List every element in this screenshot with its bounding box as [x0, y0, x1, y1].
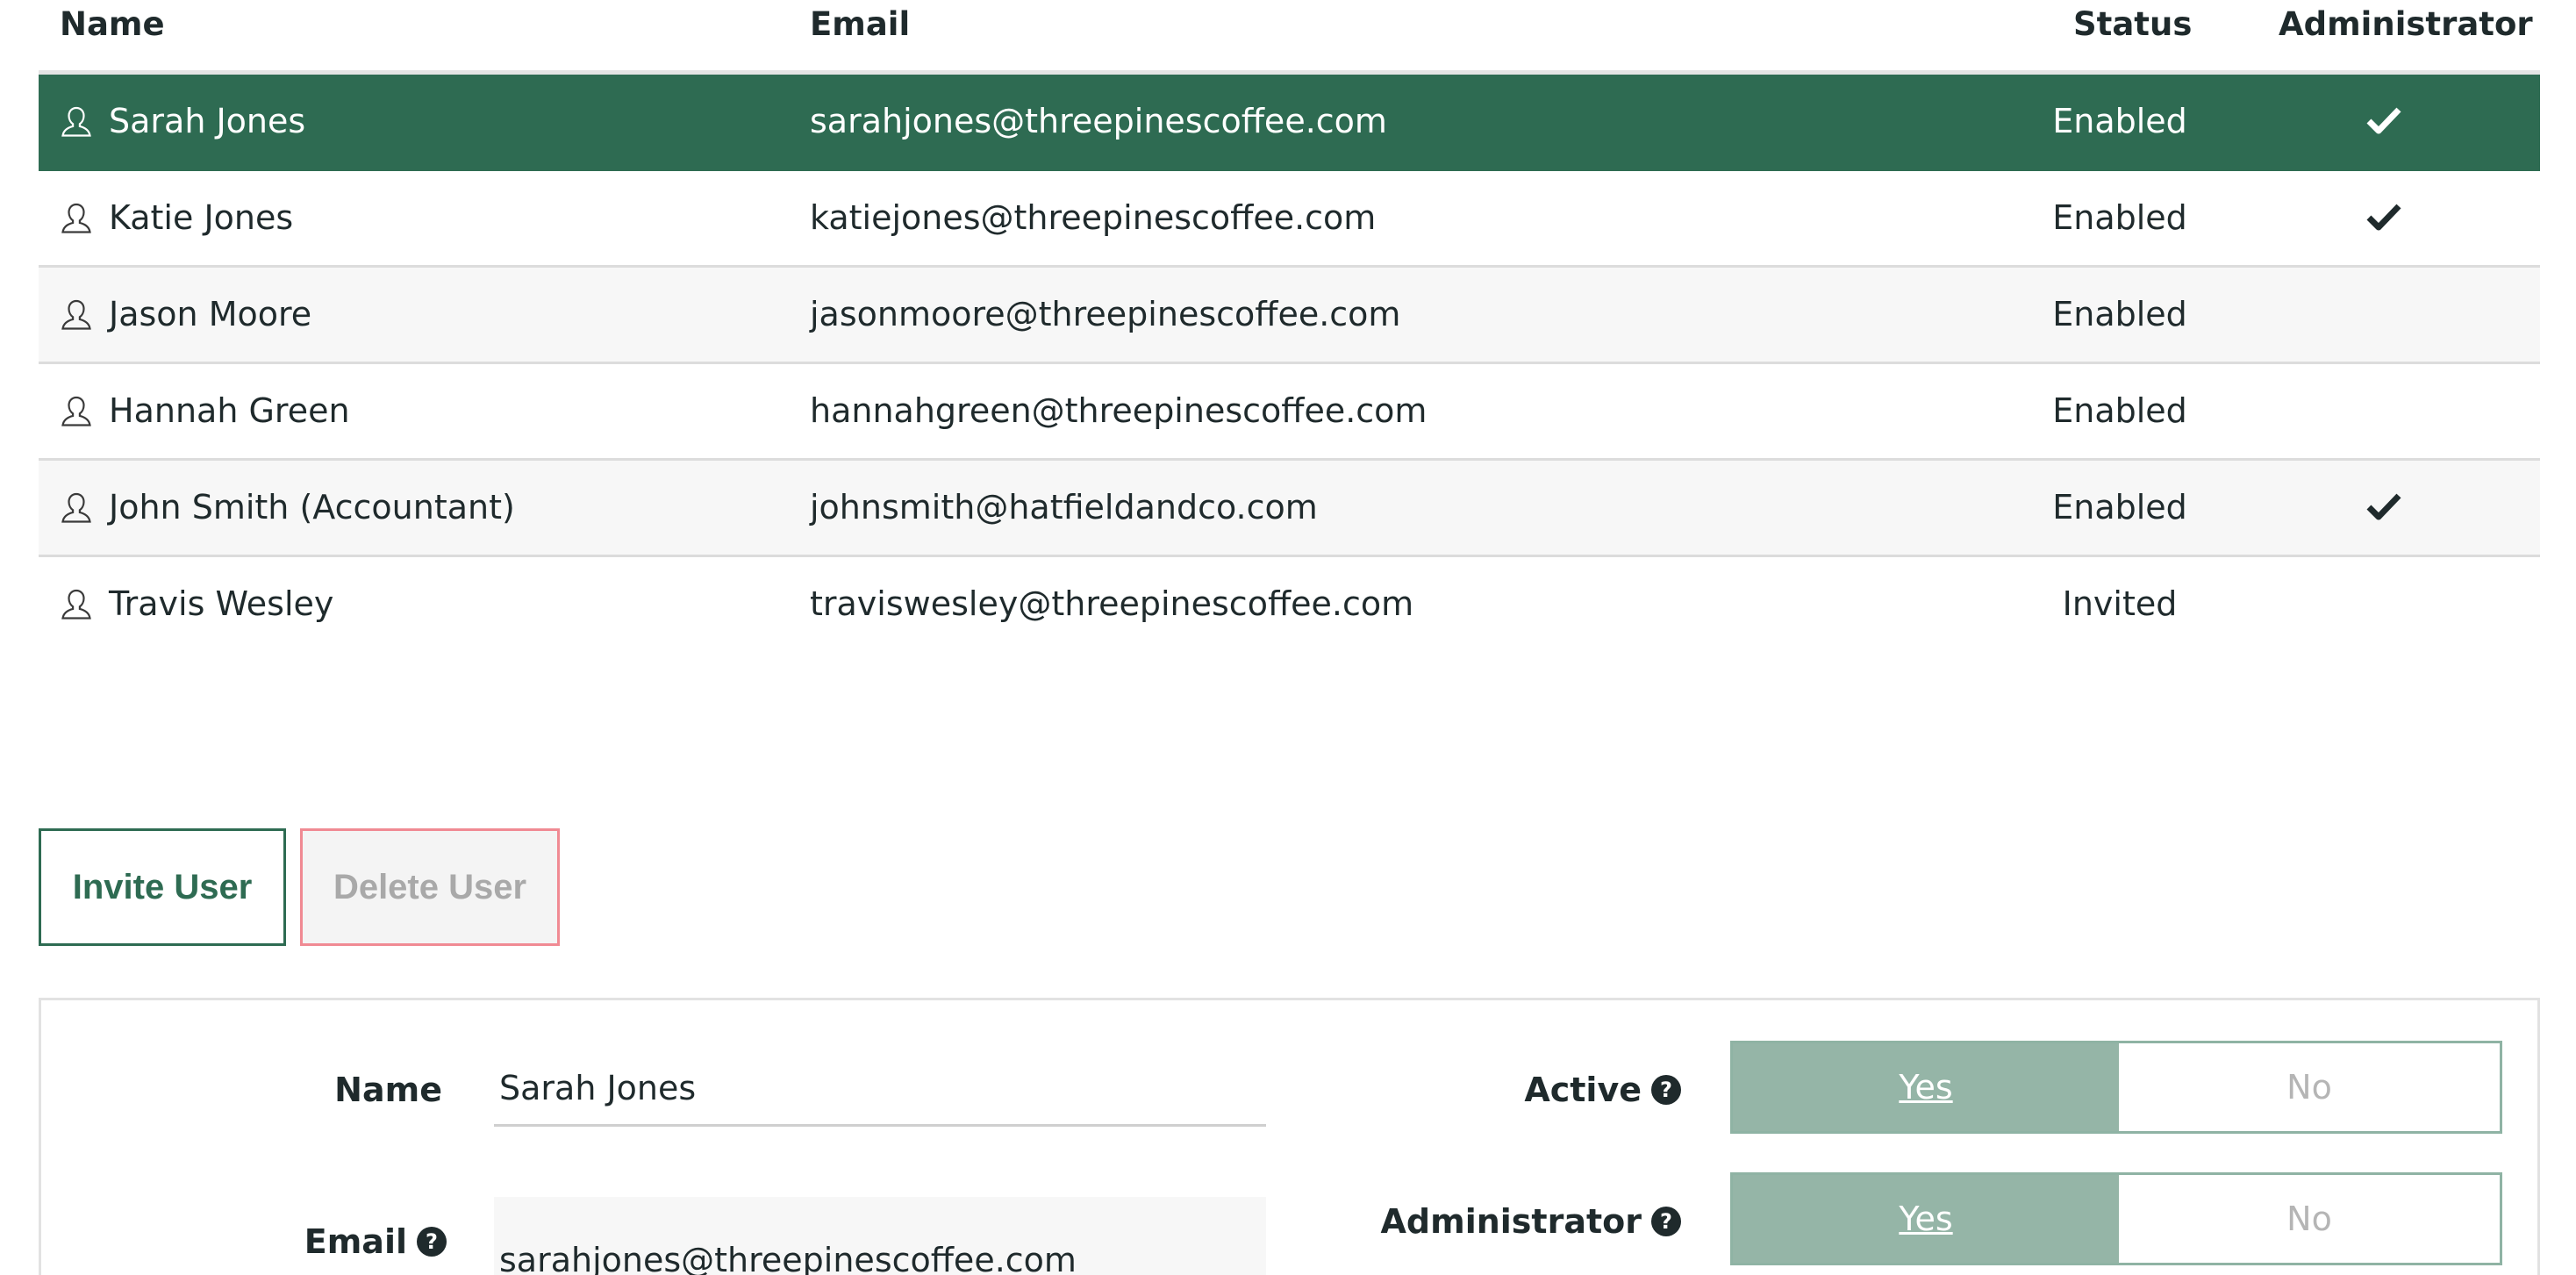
user-email-cell: traviswesley@threepinescoffee.com [810, 584, 1414, 623]
help-icon[interactable]: ? [1650, 1206, 1682, 1237]
table-row[interactable]: Sarah Jones sarahjones@threepinescoffee.c… [39, 75, 2540, 171]
user-email-cell: jasonmoore@threepinescoffee.com [810, 295, 1401, 333]
user-details-panel: Name Email ? Active ? Yes No Administrat… [39, 998, 2540, 1275]
user-icon [58, 200, 95, 237]
name-input[interactable] [494, 1051, 1266, 1127]
user-status-cell: Enabled [2052, 488, 2187, 526]
email-label: Email ? [41, 1222, 447, 1261]
column-header-status[interactable]: Status [2073, 5, 2192, 43]
check-icon [2366, 201, 2401, 240]
administrator-no-option[interactable]: No [2119, 1175, 2500, 1263]
user-status-cell: Enabled [2052, 102, 2187, 140]
active-no-option[interactable]: No [2119, 1043, 2500, 1131]
administrator-label-text: Administrator [1380, 1202, 1642, 1241]
column-header-administrator[interactable]: Administrator [2279, 5, 2533, 43]
user-status-cell: Enabled [2052, 198, 2187, 237]
svg-text:?: ? [426, 1229, 438, 1254]
user-name-cell: Travis Wesley [109, 584, 334, 623]
administrator-toggle: Yes No [1730, 1172, 2502, 1265]
active-label: Active ? [1270, 1071, 1682, 1109]
active-toggle: Yes No [1730, 1041, 2502, 1134]
users-table: Name Email Status Administrator Sarah Jo… [39, 0, 2540, 651]
invite-user-button[interactable]: Invite User [39, 828, 286, 946]
table-row[interactable]: Hannah Green hannahgreen@threepinescoffee… [39, 364, 2540, 461]
name-label: Name [41, 1071, 442, 1109]
check-icon [2366, 491, 2401, 529]
help-icon[interactable]: ? [1650, 1074, 1682, 1106]
user-icon [58, 586, 95, 623]
delete-user-button[interactable]: Delete User [300, 828, 560, 946]
user-name-cell: Jason Moore [109, 295, 312, 333]
table-row[interactable]: Katie Jones katiejones@threepinescoffee.c… [39, 171, 2540, 268]
user-icon [58, 393, 95, 430]
table-row[interactable]: Jason Moore jasonmoore@threepinescoffee.c… [39, 268, 2540, 364]
user-email-cell: johnsmith@hatfieldandco.com [810, 488, 1318, 526]
table-body: Sarah Jones sarahjones@threepinescoffee.c… [39, 75, 2540, 651]
name-label-text: Name [334, 1071, 442, 1109]
administrator-cell [2353, 201, 2415, 240]
user-email-cell: katiejones@threepinescoffee.com [810, 198, 1377, 237]
user-name-cell: Katie Jones [109, 198, 294, 237]
table-header: Name Email Status Administrator [39, 0, 2540, 75]
active-yes-option[interactable]: Yes [1733, 1043, 2119, 1131]
svg-text:?: ? [1660, 1078, 1672, 1102]
email-field[interactable] [494, 1197, 1266, 1275]
user-icon [58, 490, 95, 526]
help-icon[interactable]: ? [416, 1226, 447, 1257]
user-status-cell: Invited [2062, 584, 2178, 623]
user-email-cell: hannahgreen@threepinescoffee.com [810, 391, 1428, 430]
administrator-label: Administrator ? [1270, 1202, 1682, 1241]
administrator-cell [2353, 491, 2415, 529]
active-label-text: Active [1524, 1071, 1642, 1109]
email-label-text: Email [304, 1222, 407, 1261]
user-status-cell: Enabled [2052, 295, 2187, 333]
table-row[interactable]: John Smith (Accountant) johnsmith@hatfiel… [39, 461, 2540, 557]
user-name-cell: Sarah Jones [109, 102, 306, 140]
users-settings-page: Name Email Status Administrator Sarah Jo… [0, 0, 2576, 1275]
administrator-cell [2353, 104, 2415, 143]
user-name-cell: Hannah Green [109, 391, 350, 430]
column-header-name[interactable]: Name [60, 5, 165, 43]
svg-text:?: ? [1660, 1209, 1672, 1234]
administrator-yes-option[interactable]: Yes [1733, 1175, 2119, 1263]
user-icon [58, 297, 95, 333]
column-header-email[interactable]: Email [810, 5, 910, 43]
user-icon [58, 104, 95, 140]
user-email-cell: sarahjones@threepinescoffee.com [810, 102, 1387, 140]
table-row[interactable]: Travis Wesley traviswesley@threepinescoff… [39, 557, 2540, 651]
user-name-cell: John Smith (Accountant) [109, 488, 515, 526]
user-status-cell: Enabled [2052, 391, 2187, 430]
check-icon [2366, 104, 2401, 143]
